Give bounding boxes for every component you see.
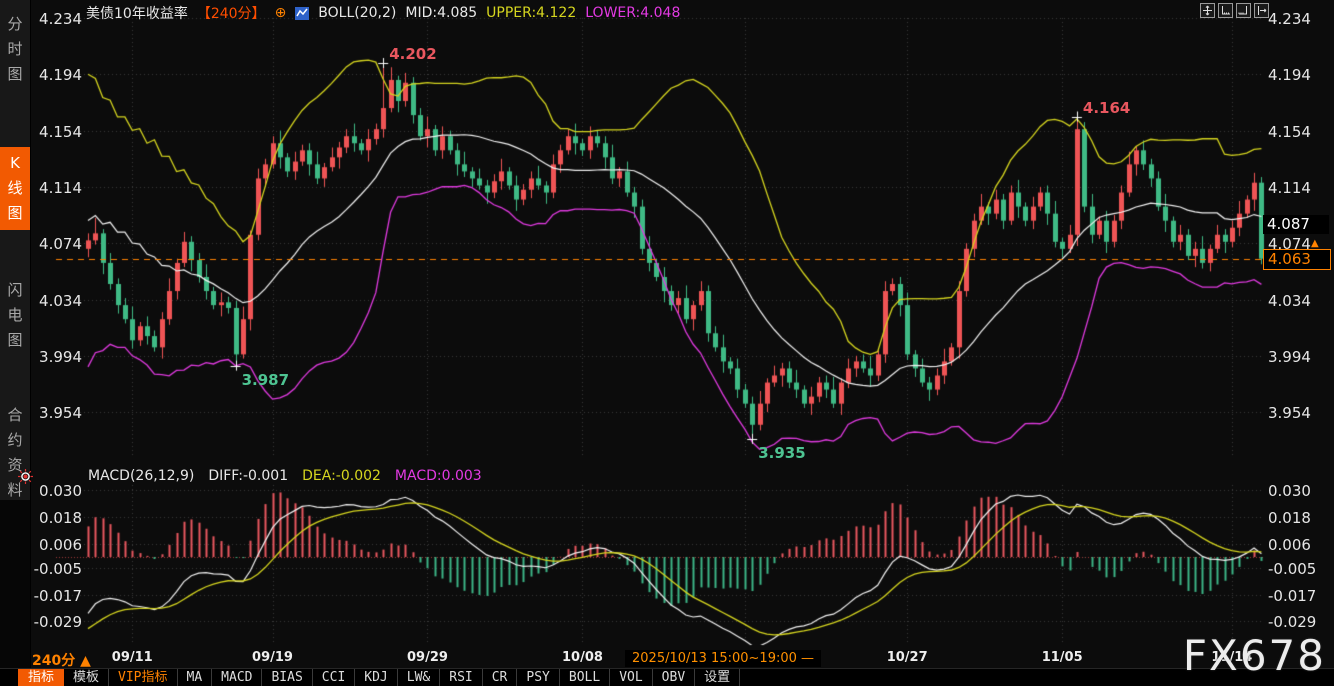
macd-dea-value: DEA:-0.002: [302, 468, 381, 484]
macd-bar-value: MACD:0.003: [395, 468, 482, 484]
toolbar-item-MA[interactable]: MA: [177, 669, 213, 686]
sidebar-item-2[interactable]: K 线 图: [0, 147, 30, 230]
page-title: 美债10年收益率: [86, 3, 188, 23]
toolbar-item-VIP指标[interactable]: VIP指标: [108, 669, 177, 686]
toolbar-item-BIAS[interactable]: BIAS: [261, 669, 312, 686]
period-badge: 【240分】: [197, 3, 266, 23]
toolbar-item-MACD[interactable]: MACD: [211, 669, 262, 686]
boll-mid-axis-badge: 4.087: [1263, 215, 1329, 234]
toolbar-item-设置[interactable]: 设置: [694, 669, 740, 686]
sidebar: 分 时 图 K 线 图闪 电 图合 约 资 料: [0, 0, 31, 668]
macd-diff-value: DIFF:-0.001: [208, 468, 288, 484]
toolbar-item-CR[interactable]: CR: [482, 669, 518, 686]
alert-dot-icon[interactable]: [18, 469, 33, 488]
mini-chart-icon: [295, 7, 309, 20]
toolbar-item-CCI[interactable]: CCI: [312, 669, 355, 686]
boll-mid-value: MID:4.085: [405, 5, 477, 21]
app-root: 分 时 图 K 线 图闪 电 图合 约 资 料 美债10年收益率 【240分】 ⊕…: [0, 0, 1334, 686]
date-tick: 10/27: [887, 650, 928, 665]
sidebar-item-4[interactable]: 合 约 资 料: [0, 399, 30, 507]
toolbar-item-VOL[interactable]: VOL: [609, 669, 652, 686]
toolbar-item-PSY[interactable]: PSY: [516, 669, 559, 686]
toolbar-item-OBV[interactable]: OBV: [652, 669, 695, 686]
sidebar-item-1[interactable]: 分 时 图: [0, 8, 30, 91]
chart-canvas[interactable]: [0, 0, 1334, 668]
last-price-badge: 4.063: [1263, 249, 1331, 270]
date-tick: 10/08: [562, 650, 603, 665]
toolbar-item-模板[interactable]: 模板: [63, 669, 109, 686]
quote-arrow-icon: ▲: [1311, 238, 1319, 249]
date-tick: 09/29: [407, 650, 448, 665]
boll-indicator-label: BOLL(20,2): [318, 5, 396, 21]
xaxis-period-label[interactable]: 240分 ▲: [32, 650, 91, 670]
date-tick: 09/11: [112, 650, 153, 665]
x-axis-scale-icon[interactable]: [1236, 3, 1251, 18]
exit-fullscreen-icon[interactable]: [1254, 3, 1269, 18]
toolbar-item-RSI[interactable]: RSI: [439, 669, 482, 686]
date-tick: 11/14: [1211, 650, 1252, 665]
toolbar-item-指标[interactable]: 指标: [18, 669, 64, 686]
boll-upper-value: UPPER:4.122: [486, 5, 576, 21]
y-axis-scale-icon[interactable]: [1218, 3, 1233, 18]
toolbar-item-LW&[interactable]: LW&: [397, 669, 440, 686]
date-tick: 09/19: [252, 650, 293, 665]
crosshair-time-readout: 2025/10/13 15:00~19:00 —: [625, 650, 821, 667]
add-indicator-icon[interactable]: ⊕: [275, 5, 287, 21]
toolbar-item-KDJ[interactable]: KDJ: [354, 669, 397, 686]
pan-move-icon[interactable]: [1200, 3, 1215, 18]
toolbar-item-BOLL[interactable]: BOLL: [559, 669, 610, 686]
date-tick: 11/05: [1042, 650, 1083, 665]
bottom-toolbar: 指标模板VIP指标MAMACDBIASCCIKDJLW&RSICRPSYBOLL…: [0, 668, 1334, 686]
boll-lower-value: LOWER:4.048: [585, 5, 680, 21]
sidebar-item-3[interactable]: 闪 电 图: [0, 274, 30, 357]
macd-indicator-label: MACD(26,12,9): [88, 468, 194, 484]
chart-header: 美债10年收益率 【240分】 ⊕ BOLL(20,2) MID:4.085 U…: [86, 3, 680, 23]
chart-tool-icons: [1200, 3, 1269, 18]
macd-header: MACD(26,12,9) DIFF:-0.001 DEA:-0.002 MAC…: [88, 468, 482, 484]
